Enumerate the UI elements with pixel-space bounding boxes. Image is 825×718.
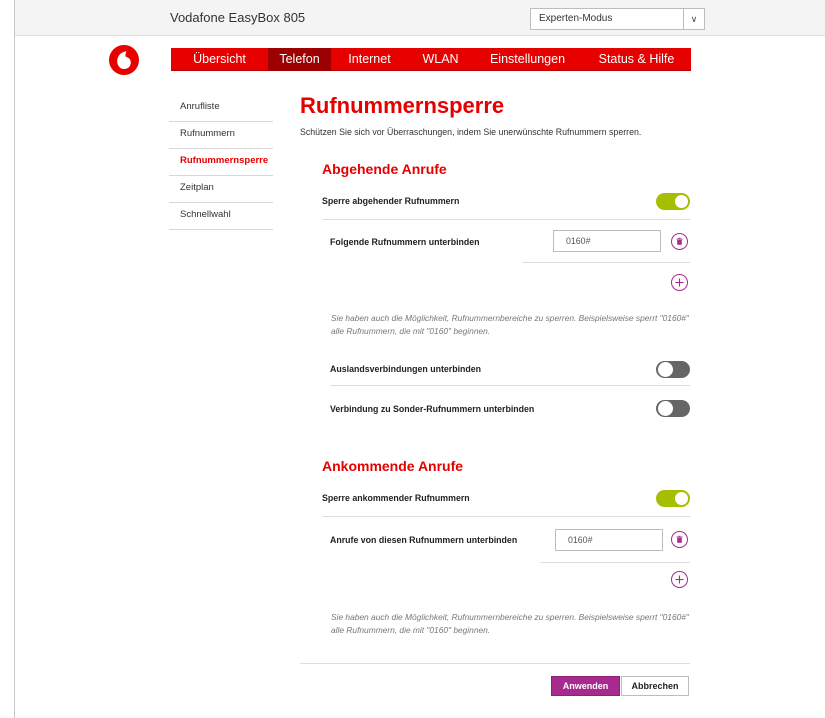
tab-wlan[interactable]: WLAN [408, 48, 473, 71]
tab-telefon[interactable]: Telefon [268, 48, 331, 71]
incoming-add-button[interactable] [671, 571, 688, 588]
main-nav: Übersicht Telefon Internet WLAN Einstell… [171, 48, 691, 71]
page-intro: Schützen Sie sich vor Überraschungen, in… [300, 127, 642, 137]
tab-uebersicht[interactable]: Übersicht [171, 48, 268, 71]
sidebar: Anrufliste Rufnummern Rufnummernsperre Z… [169, 95, 273, 230]
trash-icon [676, 535, 683, 543]
incoming-hint: Sie haben auch die Möglichkeit, Rufnumme… [331, 612, 689, 635]
plus-icon [675, 278, 684, 287]
outgoing-hint: Sie haben auch die Möglichkeit, Rufnumme… [331, 313, 689, 336]
tab-internet[interactable]: Internet [331, 48, 408, 71]
outgoing-add-button[interactable] [671, 274, 688, 291]
chevron-down-icon: ∨ [683, 9, 704, 29]
sidebar-item-zeitplan[interactable]: Zeitplan [169, 176, 273, 203]
brand-title: Vodafone EasyBox 805 [170, 10, 306, 25]
special-numbers-label: Verbindung zu Sonder-Rufnummern unterbin… [330, 404, 535, 414]
outgoing-block-label: Sperre abgehender Rufnummern [322, 196, 460, 206]
incoming-block-label: Sperre ankommender Rufnummern [322, 493, 470, 503]
outgoing-numbers-label: Folgende Rufnummern unterbinden [330, 237, 480, 247]
divider [330, 385, 690, 386]
outgoing-section-title: Abgehende Anrufe [322, 161, 447, 177]
toggle-knob [658, 401, 673, 416]
divider [540, 562, 690, 563]
toggle-knob [675, 492, 688, 505]
sidebar-item-schnellwahl[interactable]: Schnellwahl [169, 203, 273, 230]
page-title: Rufnummernsperre [300, 93, 505, 118]
sidebar-item-anrufliste[interactable]: Anrufliste [169, 95, 273, 122]
divider [322, 219, 690, 220]
outgoing-block-toggle[interactable] [656, 193, 690, 210]
incoming-numbers-label: Anrufe von diesen Rufnummern unterbinden [330, 535, 518, 545]
international-toggle[interactable] [656, 361, 690, 378]
tab-status-hilfe[interactable]: Status & Hilfe [582, 48, 691, 71]
international-label: Auslandsverbindungen unterbinden [330, 364, 482, 374]
outgoing-number-input[interactable] [553, 230, 661, 252]
sidebar-item-rufnummernsperre[interactable]: Rufnummernsperre [169, 149, 273, 176]
sidebar-item-rufnummern[interactable]: Rufnummern [169, 122, 273, 149]
divider [322, 516, 690, 517]
app-frame: Vodafone EasyBox 805 Experten-Modus ∨ Üb… [14, 0, 825, 718]
incoming-block-toggle[interactable] [656, 490, 690, 507]
cancel-button[interactable]: Abbrechen [621, 676, 689, 696]
mode-select[interactable]: Experten-Modus ∨ [530, 8, 705, 30]
outgoing-delete-button[interactable] [671, 233, 688, 250]
vodafone-logo-icon [109, 45, 139, 75]
mode-select-value: Experten-Modus [539, 13, 613, 24]
incoming-number-input[interactable] [555, 529, 663, 551]
plus-icon [675, 575, 684, 584]
special-numbers-toggle[interactable] [656, 400, 690, 417]
top-bar: Vodafone EasyBox 805 Experten-Modus ∨ [15, 0, 825, 36]
trash-icon [676, 237, 683, 245]
toggle-knob [675, 195, 688, 208]
toggle-knob [658, 362, 673, 377]
divider [522, 262, 690, 263]
divider [300, 663, 690, 664]
incoming-section-title: Ankommende Anrufe [322, 458, 464, 474]
tab-einstellungen[interactable]: Einstellungen [473, 48, 582, 71]
apply-button[interactable]: Anwenden [551, 676, 620, 696]
incoming-delete-button[interactable] [671, 531, 688, 548]
